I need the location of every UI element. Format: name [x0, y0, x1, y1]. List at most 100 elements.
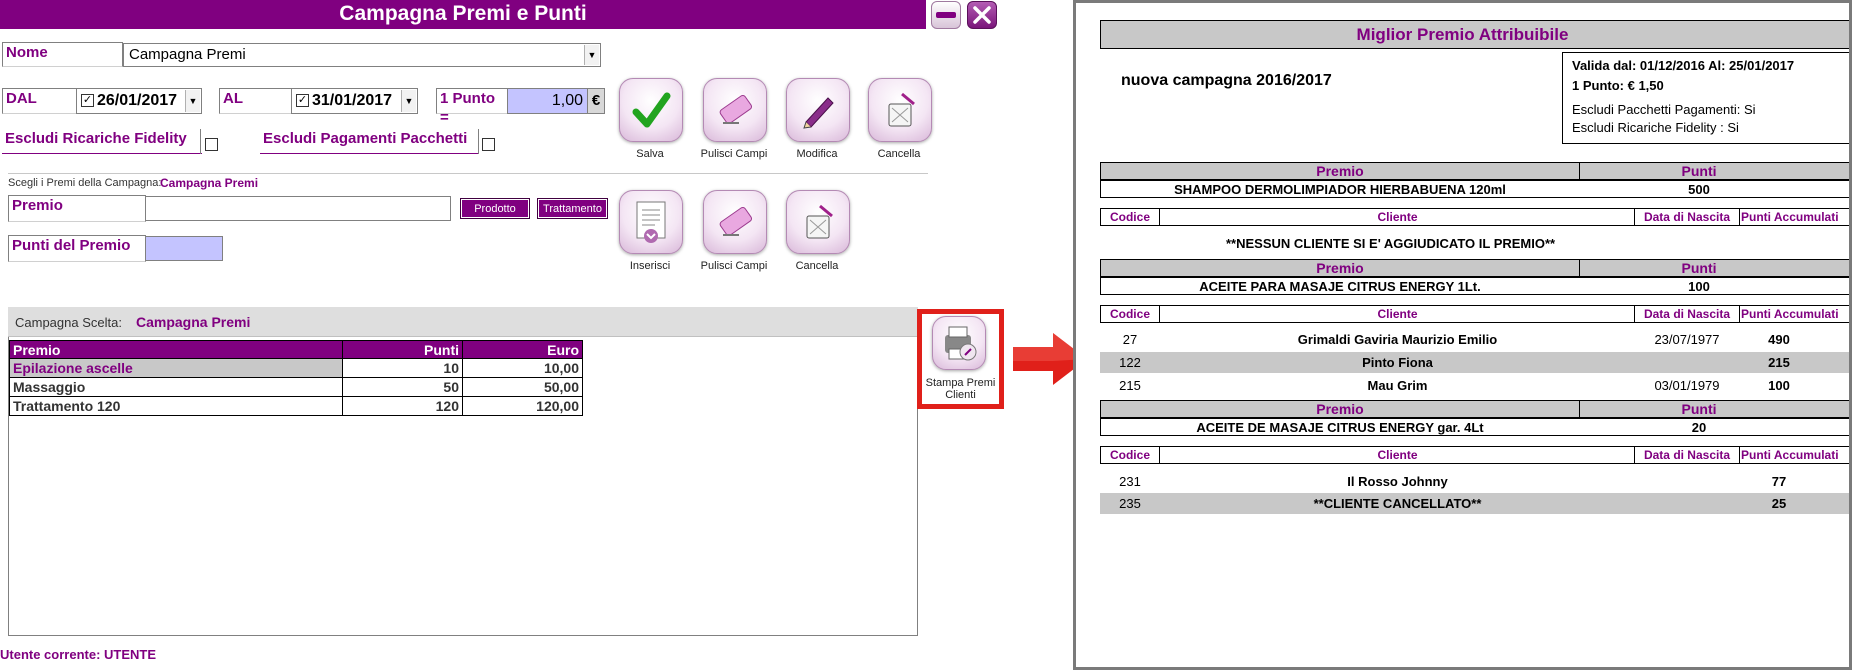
close-button[interactable]	[967, 1, 997, 29]
report-punto: 1 Punto: € 1,50	[1572, 78, 1664, 93]
table-header-row: Premio Punti Euro	[9, 340, 583, 359]
report-client-name: Il Rosso Johnny	[1347, 474, 1448, 489]
table-row[interactable]: Epilazione ascelle 10 10,00	[9, 358, 583, 378]
checkmark-icon	[632, 92, 671, 128]
escludi-ricariche-checkbox[interactable]	[205, 138, 218, 151]
al-date-picker[interactable]: ✓ 31/01/2017 ▼	[291, 88, 418, 114]
report-preview: Miglior Premio Attribuibile nuova campag…	[1073, 0, 1852, 670]
report-col-accumulati: Punti Accumulati	[1741, 448, 1839, 462]
cancella-premio-button[interactable]	[786, 190, 850, 254]
chevron-down-icon[interactable]: ▼	[401, 90, 416, 112]
pulisci-campi-premio-label: Pulisci Campi	[700, 260, 768, 272]
cell-euro: 10,00	[462, 358, 583, 378]
prodotto-button[interactable]: Prodotto	[460, 198, 530, 219]
trash-icon	[806, 204, 833, 239]
inserisci-button[interactable]	[619, 190, 683, 254]
report-header-punti: Punti	[1681, 260, 1717, 276]
escludi-pagamenti-label: Escludi Pagamenti Pacchetti	[260, 129, 478, 154]
report-premio-punti: 20	[1691, 420, 1707, 435]
report-title: Miglior Premio Attribuibile	[1356, 25, 1569, 44]
cell-punti: 50	[342, 377, 463, 397]
report-col-codice: Codice	[1109, 307, 1150, 321]
escludi-ricariche-label: Escludi Ricariche Fidelity	[2, 129, 202, 154]
report-escludi-ricariche: Escludi Ricariche Fidelity : Si	[1572, 120, 1739, 135]
dal-date-picker[interactable]: ✓ 26/01/2017 ▼	[76, 88, 202, 114]
report-client-nascita: 03/01/1979	[1654, 378, 1720, 393]
printer-icon	[945, 326, 977, 361]
chevron-down-icon[interactable]: ▼	[185, 90, 200, 112]
pulisci-campi-label: Pulisci Campi	[700, 148, 768, 160]
report-escludi-pacchetti: Escludi Pacchetti Pagamenti: Si	[1572, 102, 1756, 117]
punto-value-input[interactable]: 1,00	[507, 88, 588, 114]
al-checkbox[interactable]: ✓	[296, 94, 309, 107]
al-value: 31/01/2017	[312, 92, 393, 109]
report-client-punti: 215	[1768, 355, 1790, 370]
column-header-premio[interactable]: Premio	[9, 340, 343, 359]
report-client-punti: 77	[1771, 474, 1787, 489]
report-client-name: Mau Grim	[1367, 378, 1428, 393]
report-client-codice: 231	[1119, 474, 1141, 489]
report-header-punti: Punti	[1681, 401, 1717, 417]
report-client-nascita: 23/07/1977	[1654, 332, 1720, 347]
report-client-codice: 122	[1119, 355, 1141, 370]
minimize-button[interactable]	[931, 1, 961, 29]
stampa-premi-button[interactable]	[932, 316, 986, 370]
table-row[interactable]: Trattamento 120 120 120,00	[9, 396, 583, 416]
inserisci-label: Inserisci	[629, 260, 671, 272]
choose-premi-value: Campagna Premi	[160, 176, 259, 190]
punto-label: 1 Punto =	[436, 88, 508, 126]
report-col-cliente: Cliente	[1377, 210, 1418, 224]
report-col-nascita: Data di Nascita	[1643, 210, 1731, 224]
report-col-codice: Codice	[1109, 210, 1150, 224]
escludi-pagamenti-checkbox[interactable]	[482, 138, 495, 151]
column-header-euro[interactable]: Euro	[462, 340, 583, 359]
dal-checkbox[interactable]: ✓	[81, 94, 94, 107]
campagna-scelta-value: Campagna Premi	[136, 314, 251, 330]
report-col-cliente: Cliente	[1377, 448, 1418, 462]
premio-input[interactable]	[145, 196, 451, 221]
nome-select[interactable]: Campagna Premi ▼	[123, 43, 601, 67]
cell-punti: 120	[342, 396, 463, 416]
salva-label: Salva	[636, 148, 664, 160]
report-client-codice: 27	[1122, 332, 1138, 347]
cancella-label: Cancella	[877, 148, 921, 160]
chevron-down-icon[interactable]: ▼	[584, 45, 599, 65]
report-validity: Valida dal: 01/12/2016 Al: 25/01/2017	[1572, 58, 1795, 73]
cell-premio: Epilazione ascelle	[9, 358, 343, 378]
report-client-name: Grimaldi Gaviria Maurizio Emilio	[1297, 332, 1498, 347]
cancella-button[interactable]	[868, 78, 932, 142]
punti-premio-label: Punti del Premio	[8, 235, 146, 262]
report-header-premio: Premio	[1316, 163, 1364, 179]
report-premio-name: ACEITE DE MASAJE CITRUS ENERGY gar. 4Lt	[1196, 420, 1484, 435]
table-row[interactable]: Massaggio 50 50,00	[9, 377, 583, 397]
trattamento-button[interactable]: Trattamento	[537, 198, 608, 219]
premi-table: Premio Punti Euro Epilazione ascelle 10 …	[9, 340, 583, 416]
report-col-accumulati: Punti Accumulati	[1741, 210, 1839, 224]
report-client-codice: 215	[1119, 378, 1141, 393]
campagna-scelta-header: Campagna Scelta: Campagna Premi	[8, 307, 918, 337]
nome-value: Campagna Premi	[129, 46, 246, 63]
minimize-icon	[936, 12, 956, 18]
report-client-punti: 490	[1768, 332, 1790, 347]
currency-label: €	[587, 88, 605, 114]
pulisci-campi-button[interactable]	[703, 78, 767, 142]
punti-premio-input[interactable]	[145, 236, 223, 261]
cell-euro: 120,00	[462, 396, 583, 416]
cancella-premio-label: Cancella	[795, 260, 839, 272]
premio-label: Premio	[8, 195, 146, 222]
report-premio-name: ACEITE PARA MASAJE CITRUS ENERGY 1Lt.	[1199, 279, 1481, 294]
pulisci-campi-premio-button[interactable]	[703, 190, 767, 254]
campagna-scelta-label: Campagna Scelta:	[15, 315, 122, 330]
cell-premio: Massaggio	[9, 377, 343, 397]
dal-value: 26/01/2017	[97, 92, 178, 109]
report-no-winner: **NESSUN CLIENTE SI E' AGGIUDICATO IL PR…	[1226, 236, 1556, 251]
report-client-codice: 235	[1119, 496, 1141, 511]
column-header-punti[interactable]: Punti	[342, 340, 463, 359]
report-col-nascita: Data di Nascita	[1643, 448, 1731, 462]
report-col-codice: Codice	[1109, 448, 1150, 462]
pencil-icon	[803, 97, 834, 129]
salva-button[interactable]	[619, 78, 683, 142]
modifica-button[interactable]	[786, 78, 850, 142]
report-premio-punti: 100	[1688, 279, 1710, 294]
report-client-name: Pinto Fiona	[1362, 355, 1433, 370]
